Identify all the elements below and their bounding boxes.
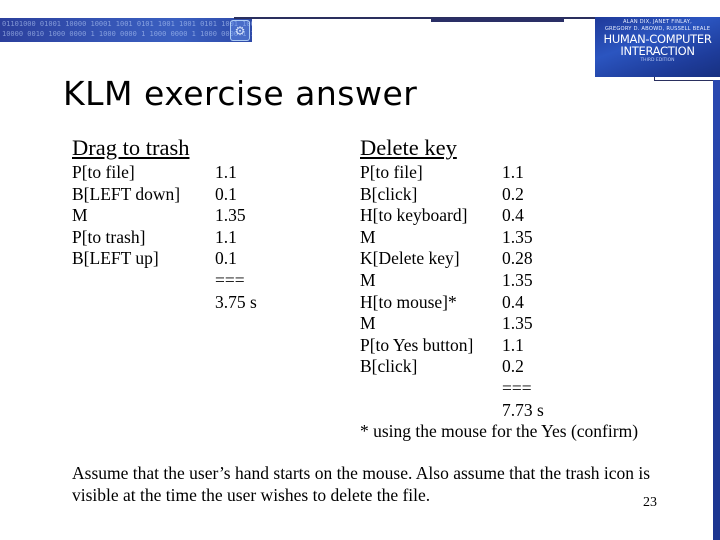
operator-label <box>360 400 502 422</box>
cover-bracket-line <box>654 77 720 81</box>
operator-row: B[click] 0.2 <box>360 184 544 206</box>
operator-row: M 1.35 <box>360 313 544 335</box>
operator-label: M <box>360 269 376 290</box>
operator-label: H[to keyboard] <box>360 205 468 226</box>
gear-icon: ⚙ <box>230 20 250 41</box>
operator-row: B[LEFT down] 0.1 <box>72 184 257 206</box>
operator-row: === <box>72 270 257 292</box>
operator-time: 7.73 s <box>502 399 544 420</box>
operator-time: 0.4 <box>502 291 524 312</box>
operator-row: B[LEFT up] 0.1 <box>72 248 257 270</box>
operator-row: H[to keyboard] 0.4 <box>360 205 544 227</box>
operator-row: M 1.35 <box>360 227 544 249</box>
operator-label: B[LEFT down] <box>72 183 181 204</box>
operator-time: === <box>215 269 245 290</box>
operator-time: 0.2 <box>502 183 524 204</box>
book-cover-logo: ALAN DIX, JANET FINLAY, GREGORY D. ABOWD… <box>595 17 720 77</box>
operator-row: B[click] 0.2 <box>360 356 544 378</box>
operator-time: 1.35 <box>502 269 533 290</box>
operator-label <box>360 378 502 400</box>
right-decorative-bar <box>713 80 720 540</box>
operator-label: P[to trash] <box>72 226 146 247</box>
slide-title: KLM exercise answer <box>63 74 418 113</box>
binary-line-2: 10000 0010 1000 0000 1 1000 0000 1 1000 … <box>2 30 252 38</box>
operator-time: 3.75 s <box>215 291 257 312</box>
operator-label: M <box>72 205 88 226</box>
operator-time: === <box>502 377 532 398</box>
operator-label: P[to file] <box>72 162 135 182</box>
operator-label: B[LEFT up] <box>72 248 159 269</box>
assumption-text: Assume that the user’s hand starts on th… <box>72 463 651 505</box>
operator-time: 0.28 <box>502 248 533 269</box>
operator-row: === <box>360 378 544 400</box>
book-title-line-2: INTERACTION <box>620 44 695 58</box>
operator-label: M <box>360 226 376 247</box>
operator-time: 0.2 <box>502 356 524 377</box>
delete-key-heading: Delete key <box>360 135 457 160</box>
operator-label: K[Delete key] <box>360 248 460 269</box>
operator-label <box>72 292 215 314</box>
operator-time: 1.35 <box>502 313 533 334</box>
operator-row: P[to Yes button] 1.1 <box>360 335 544 357</box>
operator-row: 3.75 s <box>72 292 257 314</box>
operator-label: P[to Yes button] <box>360 334 474 355</box>
operator-label: B[click] <box>360 356 418 377</box>
operator-label: H[to mouse]* <box>360 291 457 312</box>
operator-label: B[click] <box>360 183 418 204</box>
operator-label <box>72 270 215 292</box>
operator-time: 1.35 <box>502 226 533 247</box>
operator-time: 1.1 <box>502 334 524 355</box>
operator-time: 1.35 <box>215 205 246 226</box>
binary-banner: 01101000 01001 10000 10001 1001 0101 100… <box>0 18 252 42</box>
authors-line-1: ALAN DIX, JANET FINLAY, <box>623 19 692 25</box>
operator-row: P[to trash] 1.1 <box>72 227 257 249</box>
operator-time: 0.1 <box>215 248 237 269</box>
binary-pattern: 01101000 01001 10000 10001 1001 0101 100… <box>2 19 252 39</box>
operator-time: 1.1 <box>215 226 237 247</box>
operator-time: 1.1 <box>215 162 237 182</box>
operator-time: 1.1 <box>502 162 524 182</box>
operator-row: M 1.35 <box>360 270 544 292</box>
operator-row: K[Delete key] 0.28 <box>360 248 544 270</box>
operator-row: M 1.35 <box>72 205 257 227</box>
operator-row: P[to file] 1.1 <box>360 162 544 184</box>
drag-to-trash-heading: Drag to trash <box>72 135 190 160</box>
book-edition: THIRD EDITION <box>640 58 675 63</box>
operator-label: P[to file] <box>360 162 423 182</box>
operator-label: M <box>360 313 376 334</box>
operator-time: 0.4 <box>502 205 524 226</box>
drag-to-trash-table: P[to file] 1.1 B[LEFT down] 0.1 M 1.35 P[to tr… <box>72 162 257 313</box>
footnote: * using the mouse for the Yes (confirm) <box>360 421 639 441</box>
page-number: 23 <box>643 495 657 510</box>
binary-line-1: 01101000 01001 10000 10001 1001 0101 100… <box>2 20 252 28</box>
operator-time: 0.1 <box>215 183 237 204</box>
header-accent-bar <box>431 18 564 22</box>
delete-key-table: P[to file] 1.1 B[click] 0.2 H[to keyboard] 0.… <box>360 162 544 421</box>
operator-row: H[to mouse]* 0.4 <box>360 292 544 314</box>
book-authors: ALAN DIX, JANET FINLAY, GREGORY D. ABOWD… <box>595 19 720 33</box>
operator-row: 7.73 s <box>360 400 544 422</box>
book-title: HUMAN-COMPUTER INTERACTION <box>595 33 720 57</box>
operator-row: P[to file] 1.1 <box>72 162 257 184</box>
